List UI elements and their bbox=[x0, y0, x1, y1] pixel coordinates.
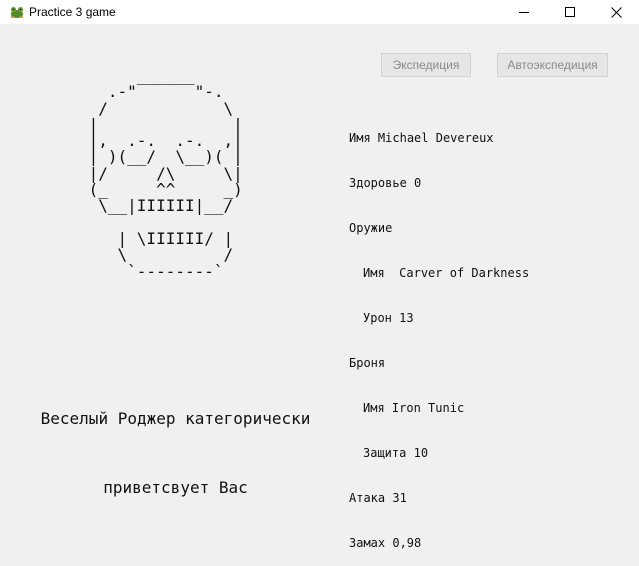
title-bar[interactable]: Practice 3 game bbox=[0, 0, 639, 24]
stat-armor-name: Имя Iron Tunic bbox=[349, 401, 529, 416]
caption-line-1: Веселый Роджер категорически bbox=[40, 409, 311, 428]
greeting-caption: Веселый Роджер категорически приветсвует… bbox=[0, 361, 351, 522]
character-stats: Имя Michael Devereux Здоровье 0 Оружие И… bbox=[349, 101, 529, 566]
minimize-icon bbox=[519, 12, 529, 13]
close-icon bbox=[610, 6, 622, 18]
stat-name-label: Имя bbox=[349, 131, 371, 145]
stat-name-value: Michael Devereux bbox=[377, 131, 494, 145]
stat-armor-name-value: Iron Tunic bbox=[391, 401, 465, 415]
stat-swing: Замах 0,98 bbox=[349, 536, 529, 551]
expedition-button[interactable]: Экспедиция bbox=[381, 53, 471, 77]
stat-attack: Атака 31 bbox=[349, 491, 529, 506]
maximize-button[interactable] bbox=[547, 0, 593, 24]
stat-name: Имя Michael Devereux bbox=[349, 131, 529, 146]
close-button[interactable] bbox=[593, 0, 639, 24]
stat-health-value: 0 bbox=[414, 176, 422, 190]
stat-attack-label: Атака bbox=[349, 491, 386, 505]
stat-health: Здоровье 0 bbox=[349, 176, 529, 191]
stat-weapon-damage: Урон 13 bbox=[349, 311, 529, 326]
stat-swing-label: Замах bbox=[349, 536, 386, 550]
stat-attack-value: 31 bbox=[392, 491, 407, 505]
stat-weapon-name-value: Carver of Darkness bbox=[399, 266, 530, 280]
stat-armor-defense-label: Защита bbox=[363, 446, 407, 460]
window-title: Practice 3 game bbox=[29, 5, 116, 19]
frog-icon bbox=[9, 5, 25, 19]
minimize-button[interactable] bbox=[501, 0, 547, 24]
stat-armor-defense-value: 10 bbox=[413, 446, 429, 460]
stat-weapon-heading: Оружие bbox=[349, 221, 393, 235]
stat-weapon-damage-value: 13 bbox=[399, 311, 414, 325]
stat-armor-heading: Броня bbox=[349, 356, 386, 370]
stat-armor-name-label: Имя bbox=[363, 401, 385, 415]
stat-swing-value: 0,98 bbox=[392, 536, 422, 550]
stat-armor-defense: Защита 10 bbox=[349, 446, 529, 461]
stat-weapon-name: Имя Carver of Darkness bbox=[349, 266, 529, 281]
stat-health-label: Здоровье bbox=[349, 176, 407, 190]
stat-weapon-damage-label: Урон bbox=[363, 311, 392, 325]
caption-line-2: приветсвует Вас bbox=[103, 478, 248, 497]
auto-expedition-button[interactable]: Автоэкспедиция bbox=[497, 53, 608, 77]
jolly-roger-ascii-art: ______ .-" "-. / \ | | |, .-. .-. ,| | )… bbox=[88, 66, 243, 281]
stat-weapon-name-label: Имя bbox=[363, 266, 385, 280]
maximize-icon bbox=[565, 7, 575, 17]
